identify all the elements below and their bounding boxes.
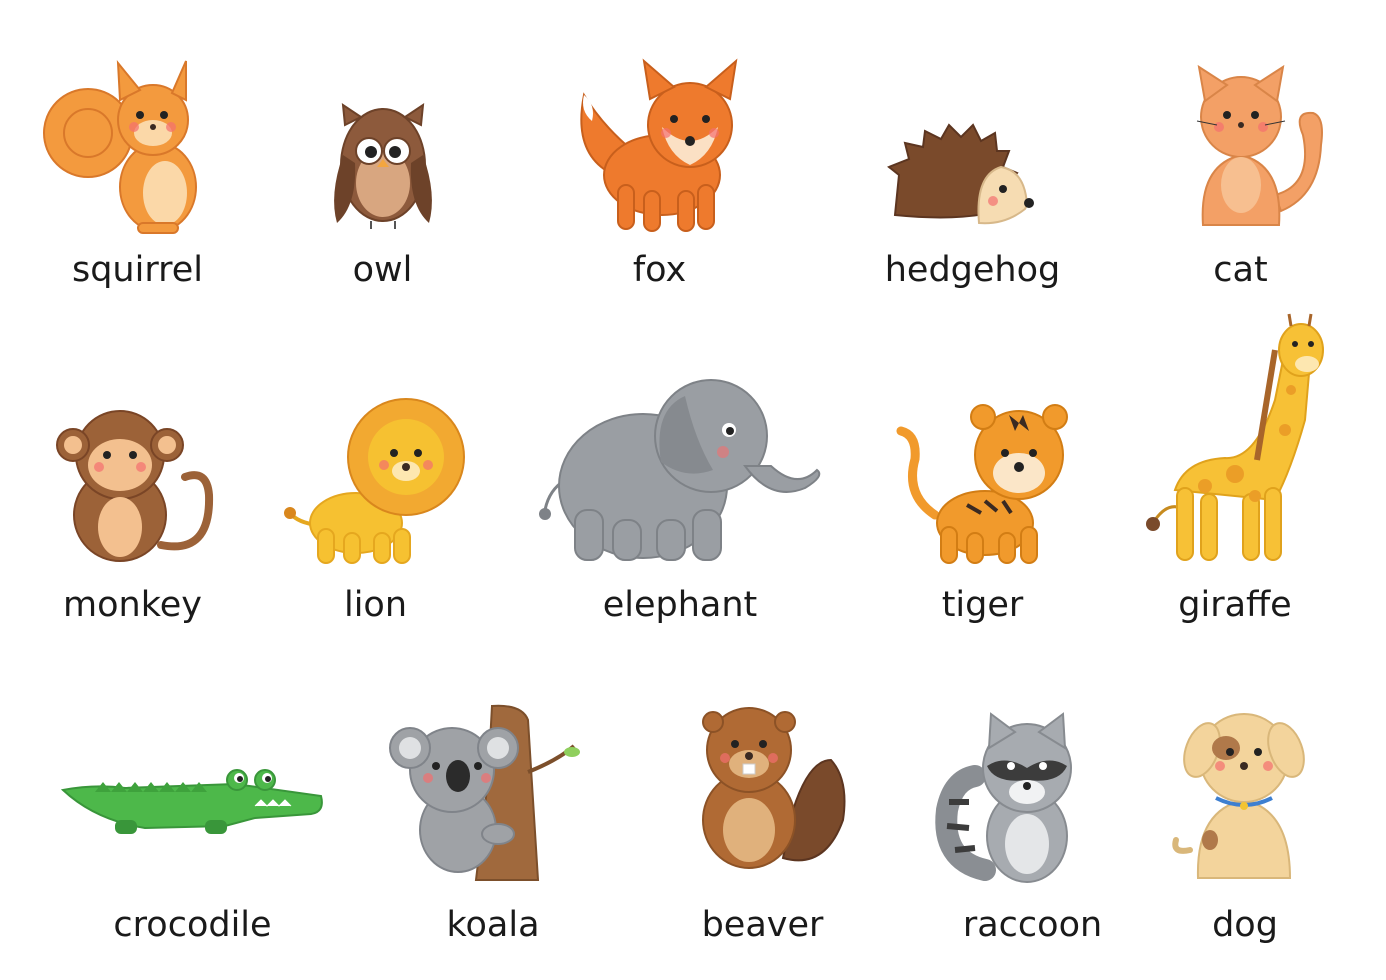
- lion-card: lion: [278, 385, 473, 630]
- crocodile-label: crocodile: [113, 905, 272, 945]
- hedgehog-illustration: [887, 123, 1034, 225]
- beaver-illustration: [702, 707, 846, 869]
- fox-illustration: [580, 58, 738, 232]
- elephant-illustration: [539, 379, 821, 561]
- crocodile-illustration: [60, 769, 323, 834]
- monkey-card: monkey: [35, 385, 230, 630]
- elephant-label: elephant: [602, 585, 758, 625]
- dog-card: dog: [1150, 700, 1340, 950]
- koala-illustration: [389, 704, 580, 881]
- fox-card: fox: [562, 55, 757, 300]
- elephant-card: elephant: [535, 370, 825, 630]
- tiger-label: tiger: [941, 585, 1024, 625]
- cat-card: cat: [1143, 55, 1338, 300]
- raccoon-illustration: [935, 712, 1072, 883]
- squirrel-card: squirrel: [40, 55, 235, 300]
- giraffe-illustration: [1146, 313, 1324, 561]
- squirrel-label: squirrel: [71, 250, 203, 290]
- beaver-label: beaver: [701, 905, 824, 945]
- tiger-card: tiger: [885, 385, 1080, 630]
- giraffe-card: giraffe: [1125, 310, 1345, 630]
- dog-illustration: [1172, 713, 1305, 879]
- squirrel-illustration: [43, 59, 197, 234]
- owl-card: owl: [285, 55, 480, 300]
- cat-label: cat: [1213, 250, 1268, 290]
- owl-label: owl: [352, 250, 413, 290]
- monkey-label: monkey: [63, 585, 202, 625]
- koala-label: koala: [446, 905, 540, 945]
- hedgehog-card: hedgehog: [875, 55, 1070, 300]
- cat-illustration: [1196, 64, 1323, 226]
- koala-card: koala: [388, 700, 598, 950]
- monkey-illustration: [56, 410, 214, 562]
- raccoon-label: raccoon: [962, 905, 1103, 945]
- beaver-card: beaver: [665, 700, 860, 950]
- raccoon-card: raccoon: [935, 710, 1130, 950]
- animal-flashcard-sheet: squirrel owl fox hedgehog cat monkey lio…: [0, 0, 1386, 980]
- lion-illustration: [284, 398, 465, 564]
- crocodile-card: crocodile: [55, 720, 330, 950]
- fox-label: fox: [632, 250, 687, 290]
- hedgehog-label: hedgehog: [884, 250, 1061, 290]
- tiger-illustration: [896, 404, 1068, 564]
- lion-label: lion: [343, 585, 408, 625]
- dog-label: dog: [1212, 905, 1278, 945]
- giraffe-label: giraffe: [1178, 585, 1292, 625]
- owl-illustration: [334, 102, 432, 229]
